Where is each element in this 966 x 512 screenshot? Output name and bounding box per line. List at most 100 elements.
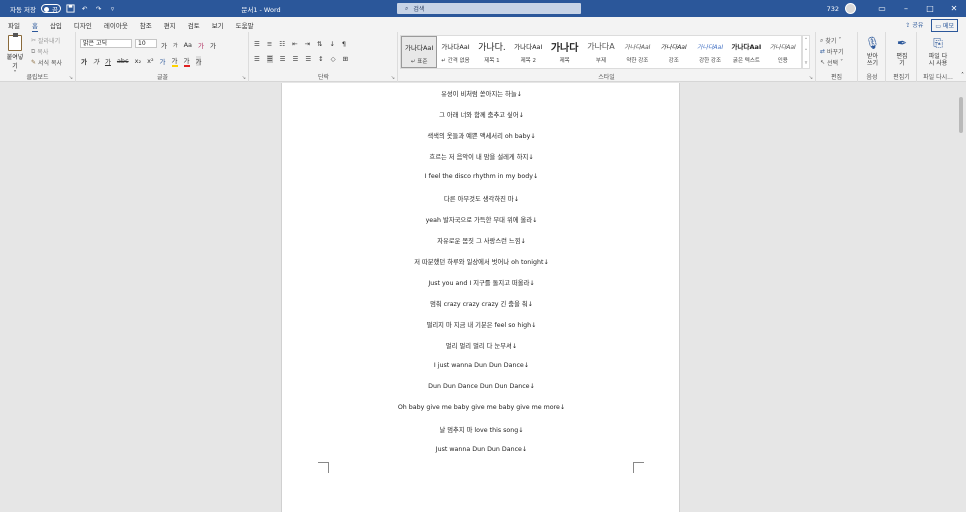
font-size-select[interactable]: 10	[135, 39, 157, 48]
font-row-2: 가 가 가 abc x₂ x² 가 가 가 가	[81, 55, 202, 67]
comments-button[interactable]: ▭ 메모	[931, 19, 958, 32]
char-shading-button[interactable]: 가	[195, 56, 202, 66]
font-group: 맑은 고딕 10 가 가 Aa 가 가 가 가 가 abc x₂ x² 가 가 …	[77, 32, 249, 82]
strikethrough-button[interactable]: abc	[117, 57, 129, 65]
editor-button[interactable]: ✒ 편집기	[889, 35, 915, 67]
change-case-button[interactable]: Aa	[184, 41, 192, 49]
bold-button[interactable]: 가	[81, 56, 87, 66]
style-title[interactable]: 가나다 제목	[546, 36, 582, 68]
grow-font-button[interactable]: 가	[161, 40, 167, 50]
paste-button[interactable]: 붙여넣기 ˅	[4, 33, 26, 77]
underline-button[interactable]: 가	[105, 56, 111, 66]
chevron-down-icon[interactable]: ˅	[805, 49, 808, 55]
lyric-line: 날 멈추지 마 love this song↓	[439, 427, 524, 434]
shrink-font-button[interactable]: 가	[173, 42, 178, 49]
superscript-button[interactable]: x²	[147, 57, 153, 65]
tab-mailings[interactable]: 편지	[164, 20, 176, 30]
tab-insert[interactable]: 삽입	[50, 20, 62, 30]
style-emphasis[interactable]: 가나다AaI 강조	[656, 36, 692, 68]
account-name[interactable]: 732	[827, 5, 839, 13]
dialog-launcher-icon[interactable]: ↘	[69, 75, 73, 81]
align-left-icon[interactable]: ☰	[254, 55, 260, 63]
style-subtle-emphasis[interactable]: 가나다AaI 약한 강조	[619, 36, 655, 68]
line-spacing-icon[interactable]: ↕	[318, 55, 323, 63]
chevron-up-icon[interactable]: ˄	[805, 38, 808, 44]
font-name-select[interactable]: 맑은 고딕	[80, 39, 132, 48]
vertical-scrollbar[interactable]	[956, 83, 966, 512]
style-heading-2[interactable]: 가나다AaI 제목 2	[510, 36, 546, 68]
tab-layout[interactable]: 레이아웃	[104, 20, 128, 30]
document-page[interactable]: 유성이 비처럼 쏟아지는 하늘↓ 그 아래 너와 함께 춤추고 싶어↓ 색색의 …	[281, 83, 680, 512]
tab-home[interactable]: 홈	[31, 20, 38, 33]
autosave-toggle[interactable]: 끔	[41, 4, 61, 14]
dialog-launcher-icon[interactable]: ↘	[242, 75, 246, 81]
align-center-icon[interactable]: ☰	[266, 55, 273, 63]
search-icon: ⌕	[820, 36, 824, 44]
numbering-icon[interactable]: ≡	[267, 40, 272, 48]
share-button[interactable]: ⇪ 공유	[902, 19, 926, 32]
decrease-indent-icon[interactable]: ⇤	[292, 40, 297, 48]
multilevel-icon[interactable]: ☷	[279, 40, 285, 48]
style-subtitle[interactable]: 가나다A 부제	[583, 36, 619, 68]
tab-references[interactable]: 참조	[140, 20, 152, 30]
maximize-icon[interactable]: □	[918, 4, 942, 13]
text-direction-icon[interactable]: ⇅	[317, 40, 322, 48]
align-right-icon[interactable]: ☰	[280, 55, 286, 63]
customize-icon[interactable]: ▿	[108, 4, 117, 13]
dialog-launcher-icon[interactable]: ↘	[391, 75, 395, 81]
style-normal[interactable]: 가나다AaI ↵ 표준	[401, 36, 438, 68]
reuse-group: ⎘ 파일 다시 사용 파일 다시...	[918, 32, 958, 82]
format-painter-button[interactable]: ✎ 서식 복사	[31, 58, 62, 67]
search-box[interactable]: ⌕ 검색	[397, 3, 581, 14]
subscript-button[interactable]: x₂	[135, 57, 141, 65]
save-icon[interactable]	[66, 4, 75, 13]
tab-file[interactable]: 파일	[8, 20, 20, 30]
style-strong[interactable]: 가나다AaI 굵은 텍스트	[728, 36, 764, 68]
search-placeholder: 검색	[413, 6, 425, 13]
dictate-button[interactable]: 🎙 받아쓰기	[861, 35, 884, 67]
cut-button[interactable]: ✂ 잘라내기	[31, 36, 60, 45]
clear-format-button[interactable]: 가	[198, 40, 204, 50]
undo-icon[interactable]: ↶	[80, 4, 89, 13]
borders-icon[interactable]: ⊞	[343, 55, 348, 63]
style-heading-1[interactable]: 가나다. 제목 1	[474, 36, 510, 68]
style-quote[interactable]: 가나다AaI 인용	[765, 36, 801, 68]
increase-indent-icon[interactable]: ⇥	[305, 40, 310, 48]
phonetic-button[interactable]: 가	[210, 40, 216, 50]
find-button[interactable]: ⌕ 찾기 ˅	[820, 36, 841, 46]
styles-scroll[interactable]: ˄ ˅ ▿	[802, 35, 810, 69]
sort-icon[interactable]: ↓	[329, 40, 334, 48]
style-no-spacing[interactable]: 가나다AaI ↵ 간격 없음	[437, 36, 473, 68]
tab-help[interactable]: 도움말	[236, 20, 254, 30]
italic-button[interactable]: 가	[93, 56, 99, 66]
reuse-files-button[interactable]: ⎘ 파일 다시 사용	[921, 35, 955, 68]
copy-icon: ⧉	[31, 47, 36, 55]
minimize-icon[interactable]: –	[894, 4, 918, 13]
tab-view[interactable]: 보기	[212, 20, 224, 30]
dialog-launcher-icon[interactable]: ↘	[809, 75, 813, 81]
ribbon-display-icon[interactable]: ▭	[870, 4, 894, 13]
collapse-ribbon-icon[interactable]: ˄	[961, 72, 964, 79]
distribute-icon[interactable]: ☰	[305, 55, 311, 63]
copy-button[interactable]: ⧉ 복사	[31, 47, 48, 57]
tab-review[interactable]: 검토	[188, 20, 200, 30]
avatar[interactable]	[845, 3, 856, 14]
voice-group: 🎙 받아쓰기 음성	[859, 32, 886, 82]
font-color-button[interactable]: 가	[183, 55, 190, 67]
show-marks-icon[interactable]: ¶	[342, 40, 346, 48]
select-button[interactable]: ↖ 선택 ˅	[820, 58, 843, 67]
bullets-icon[interactable]: ☰	[254, 40, 260, 48]
justify-icon[interactable]: ☰	[292, 55, 298, 63]
tab-design[interactable]: 디자인	[74, 20, 92, 30]
text-effects-button[interactable]: 가	[160, 56, 166, 66]
clipboard-group: 붙여넣기 ˅ ✂ 잘라내기 ⧉ 복사 ✎ 서식 복사 클립보드 ↘	[0, 32, 76, 82]
scrollbar-thumb[interactable]	[959, 97, 963, 133]
lyric-line: yeah 발자국으로 가득한 무대 위에 올라↓	[425, 217, 538, 224]
style-intense-emphasis[interactable]: 가나다AaI 강한 강조	[692, 36, 728, 68]
close-icon[interactable]: ✕	[942, 4, 966, 13]
shading-icon[interactable]: ◇	[331, 55, 336, 63]
redo-icon[interactable]: ↷	[94, 4, 103, 13]
highlight-button[interactable]: 가	[171, 55, 178, 67]
replace-button[interactable]: ⇄ 바꾸기	[820, 47, 844, 56]
more-icon[interactable]: ▿	[805, 60, 808, 66]
